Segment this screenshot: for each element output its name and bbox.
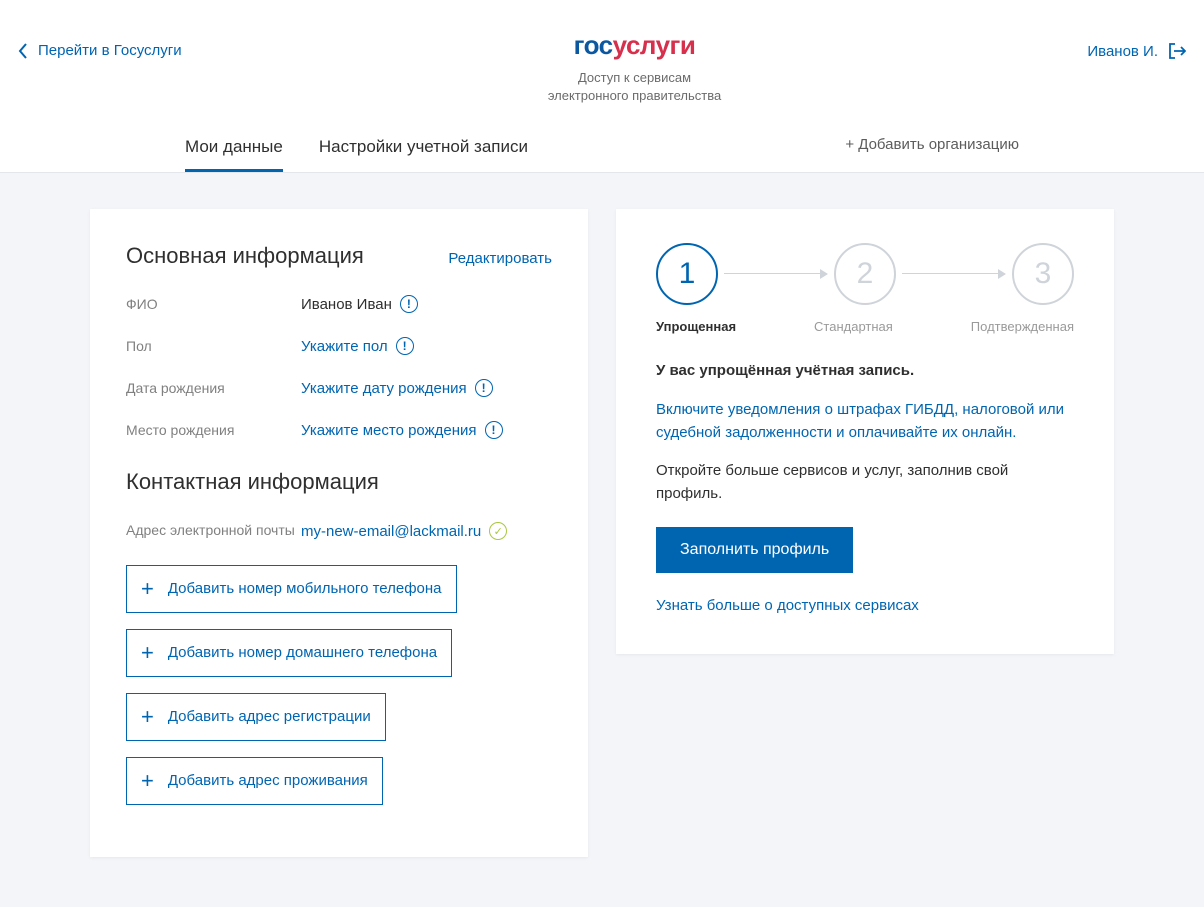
- logo-subtitle: Доступ к сервисам электронного правитель…: [182, 69, 1088, 105]
- header: Перейти в Госуслуги госуслуги Доступ к с…: [0, 0, 1204, 105]
- gender-label: Пол: [126, 338, 301, 354]
- step-2-label: Стандартная: [814, 319, 893, 334]
- pob-text: Укажите место рождения: [301, 422, 477, 439]
- pob-link[interactable]: Укажите место рождения !: [301, 421, 503, 439]
- status-panel: 1 2 3 Упрощенная Стандартная Подтвержден…: [616, 209, 1114, 654]
- add-organization-link[interactable]: + Добавить организацию: [845, 136, 1019, 163]
- gender-link[interactable]: Укажите пол !: [301, 337, 414, 355]
- warning-icon: !: [400, 295, 418, 313]
- add-registration-address-button[interactable]: + Добавить адрес регистрации: [126, 693, 386, 741]
- back-label: Перейти в Госуслуги: [38, 42, 182, 59]
- pob-label: Место рождения: [126, 422, 301, 438]
- add-living-address-button[interactable]: + Добавить адрес проживания: [126, 757, 383, 805]
- step-3-circle: 3: [1012, 243, 1074, 305]
- arrow-icon: [902, 273, 1006, 275]
- add-mobile-button[interactable]: + Добавить номер мобильного телефона: [126, 565, 457, 613]
- plus-icon: +: [141, 770, 154, 792]
- gender-text: Укажите пол: [301, 338, 388, 355]
- add-reg-label: Добавить адрес регистрации: [168, 708, 371, 725]
- tabs-left: Мои данные Настройки учетной записи: [185, 127, 528, 172]
- step-2-circle: 2: [834, 243, 896, 305]
- step-3-label: Подтвержденная: [971, 319, 1074, 334]
- fio-label: ФИО: [126, 296, 301, 312]
- plus-icon: +: [141, 642, 154, 664]
- fio-value: Иванов Иван !: [301, 295, 418, 313]
- tab-account-settings[interactable]: Настройки учетной записи: [319, 127, 528, 172]
- tabs-row: Мои данные Настройки учетной записи + До…: [0, 127, 1204, 173]
- dob-label: Дата рождения: [126, 380, 301, 396]
- add-mobile-label: Добавить номер мобильного телефона: [168, 580, 442, 597]
- arrow-icon: [724, 273, 828, 275]
- logo-usl: услуги: [613, 30, 696, 60]
- user-menu[interactable]: Иванов И.: [1087, 42, 1186, 60]
- logo-gos: гос: [574, 30, 613, 60]
- learn-more-link[interactable]: Узнать больше о доступных сервисах: [656, 597, 1074, 614]
- chevron-left-icon: [18, 43, 28, 59]
- plus-icon: +: [141, 706, 154, 728]
- field-gender: Пол Укажите пол !: [126, 337, 552, 355]
- field-fio: ФИО Иванов Иван !: [126, 295, 552, 313]
- warning-icon: !: [475, 379, 493, 397]
- add-live-label: Добавить адрес проживания: [168, 772, 368, 789]
- logo-block: госуслуги Доступ к сервисам электронного…: [182, 30, 1088, 105]
- email-text: my-new-email@lackmail.ru: [301, 523, 481, 540]
- edit-link[interactable]: Редактировать: [448, 250, 552, 267]
- dob-link[interactable]: Укажите дату рождения !: [301, 379, 493, 397]
- warning-icon: !: [485, 421, 503, 439]
- add-home-phone-button[interactable]: + Добавить номер домашнего телефона: [126, 629, 452, 677]
- user-name: Иванов И.: [1087, 43, 1158, 60]
- account-status-heading: У вас упрощённая учётная запись.: [656, 362, 1074, 379]
- step-1-label: Упрощенная: [656, 319, 736, 334]
- verification-steps: 1 2 3: [656, 243, 1074, 305]
- step-1-circle: 1: [656, 243, 718, 305]
- field-email: Адрес электронной почты my-new-email@lac…: [126, 521, 552, 541]
- plus-icon: +: [141, 578, 154, 600]
- warning-icon: !: [396, 337, 414, 355]
- enable-notifications-link[interactable]: Включите уведомления о штрафах ГИБДД, на…: [656, 399, 1074, 444]
- add-home-label: Добавить номер домашнего телефона: [168, 644, 437, 661]
- email-label: Адрес электронной почты: [126, 521, 301, 541]
- logo: госуслуги: [182, 30, 1088, 61]
- back-to-gosuslugi-link[interactable]: Перейти в Госуслуги: [18, 42, 182, 59]
- step-labels: Упрощенная Стандартная Подтвержденная: [656, 319, 1074, 334]
- dob-text: Укажите дату рождения: [301, 380, 467, 397]
- basic-info-title: Основная информация: [126, 243, 364, 269]
- check-icon: ✓: [489, 522, 507, 540]
- email-link[interactable]: my-new-email@lackmail.ru ✓: [301, 522, 507, 540]
- fio-text: Иванов Иван: [301, 296, 392, 313]
- page-body: Основная информация Редактировать ФИО Ив…: [0, 173, 1204, 907]
- logout-icon: [1168, 42, 1186, 60]
- profile-panel: Основная информация Редактировать ФИО Ив…: [90, 209, 588, 857]
- contact-info-title: Контактная информация: [126, 469, 552, 495]
- field-pob: Место рождения Укажите место рождения !: [126, 421, 552, 439]
- tab-my-data[interactable]: Мои данные: [185, 127, 283, 172]
- fill-profile-button[interactable]: Заполнить профиль: [656, 527, 853, 573]
- open-more-text: Откройте больше сервисов и услуг, заполн…: [656, 460, 1074, 505]
- field-dob: Дата рождения Укажите дату рождения !: [126, 379, 552, 397]
